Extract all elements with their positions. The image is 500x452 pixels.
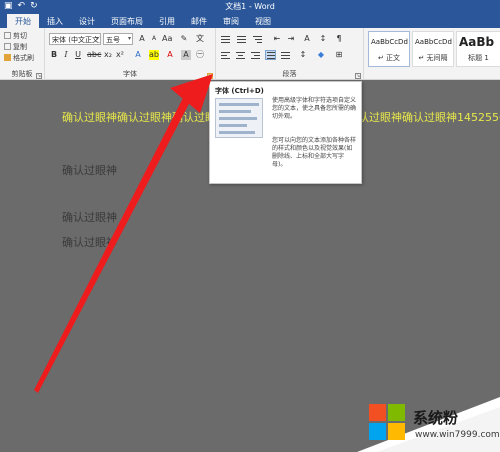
watermark-text: 系统粉 <box>413 409 459 427</box>
annotation-arrow <box>34 74 213 393</box>
watermark: 系统粉 www.win7999.com <box>357 397 500 452</box>
watermark-url: www.win7999.com <box>415 430 500 440</box>
windows-logo-icon <box>369 404 407 442</box>
